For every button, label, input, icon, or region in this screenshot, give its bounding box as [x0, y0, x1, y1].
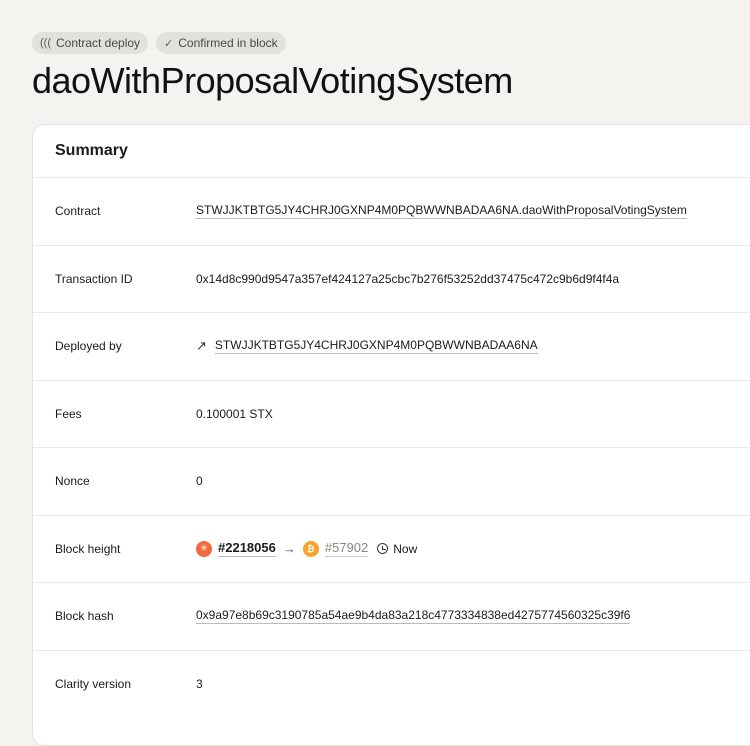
deployer-address-link[interactable]: STWJJKTBTG5JY4CHRJ0GXNP4M0PQBWWNBADAA6NA — [214, 338, 538, 355]
check-icon: ✓ — [164, 37, 174, 50]
stacks-icon: ✳ — [196, 540, 212, 557]
summary-card: Summary Contract STWJJKTBTG5JY4CHRJ0GXNP… — [32, 124, 750, 746]
summary-heading: Summary — [33, 125, 750, 178]
contract-row: Contract STWJJKTBTG5JY4CHRJ0GXNP4M0PQBWW… — [33, 178, 750, 246]
arrow-up-right-icon: ↗ — [196, 338, 207, 354]
block-height-row: Block height ✳ #2218056 → ₿ #57902 Now — [33, 516, 750, 583]
transaction-id-row: Transaction ID 0x14d8c990d9547a357ef4241… — [33, 246, 750, 313]
arrow-right-icon: → — [282, 541, 296, 557]
clock-icon — [377, 543, 389, 555]
block-hash-link[interactable]: 0x9a97e8b69c3190785a54ae9b4da83a218c4773… — [196, 608, 631, 625]
page-title: daoWithProposalVotingSystem — [32, 60, 513, 101]
deployed-by-label: Deployed by — [55, 339, 122, 354]
confirmed-label: Confirmed in block — [178, 36, 278, 50]
block-time: Now — [393, 541, 418, 556]
nonce-row: Nonce 0 — [33, 448, 750, 516]
transaction-id-value: 0x14d8c990d9547a357ef424127a25cbc7b276f5… — [196, 271, 620, 286]
block-hash-label: Block hash — [55, 609, 114, 624]
fees-row: Fees 0.100001 STX — [33, 381, 750, 448]
clarity-version-value: 3 — [196, 677, 203, 692]
clarity-version-label: Clarity version — [55, 677, 132, 692]
status-tags: ((( Contract deploy ✓ Confirmed in block — [32, 32, 286, 54]
contract-link[interactable]: STWJJKTBTG5JY4CHRJ0GXNP4M0PQBWWNBADAA6NA… — [196, 203, 687, 220]
transaction-id-label: Transaction ID — [55, 271, 133, 286]
block-height-label: Block height — [55, 541, 121, 556]
confirmed-tag: ✓ Confirmed in block — [156, 32, 286, 54]
bitcoin-block-height-link[interactable]: #57902 — [324, 540, 369, 558]
contract-deploy-tag: ((( Contract deploy — [32, 32, 149, 54]
contract-deploy-label: Contract deploy — [56, 36, 141, 50]
contract-icon: ((( — [40, 37, 51, 49]
nonce-label: Nonce — [55, 474, 90, 489]
bitcoin-icon: ₿ — [302, 540, 319, 557]
deployed-by-row: Deployed by ↗ STWJJKTBTG5JY4CHRJ0GXNP4M0… — [33, 313, 750, 381]
contract-label: Contract — [55, 204, 101, 219]
clarity-version-row: Clarity version 3 — [33, 651, 750, 719]
fees-label: Fees — [55, 406, 82, 421]
nonce-value: 0 — [196, 474, 203, 489]
stacks-block-height-link[interactable]: #2218056 — [218, 540, 276, 558]
fees-value: 0.100001 STX — [196, 406, 273, 421]
block-hash-row: Block hash 0x9a97e8b69c3190785a54ae9b4da… — [33, 583, 750, 651]
